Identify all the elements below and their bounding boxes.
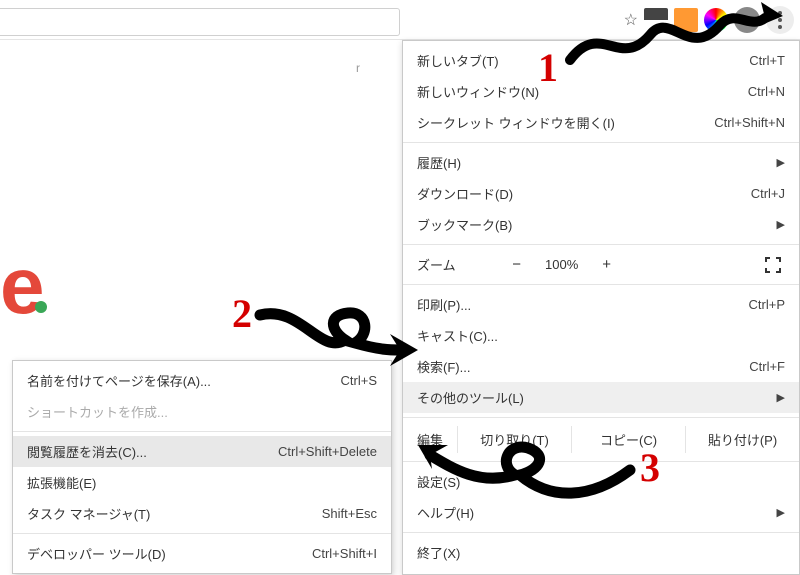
submenu-create-shortcut: ショートカットを作成...	[13, 396, 391, 427]
menu-find[interactable]: 検索(F)... Ctrl+F	[403, 351, 799, 382]
menu-item-shortcut: Ctrl+P	[749, 297, 785, 312]
fullscreen-icon[interactable]	[765, 257, 785, 273]
address-bar[interactable]	[0, 8, 400, 36]
menu-item-label: ブックマーク(B)	[417, 215, 777, 234]
zoom-value: 100%	[538, 257, 586, 272]
zoom-out-button[interactable]: −	[506, 256, 528, 273]
submenu-arrow-icon: ▶	[777, 391, 785, 404]
edit-label: 編集	[403, 426, 457, 453]
menu-separator	[403, 461, 799, 462]
menu-edit-row: 編集 切り取り(T) コピー(C) 貼り付け(P)	[403, 422, 799, 457]
menu-item-label: 閲覧履歴を消去(C)...	[27, 442, 278, 461]
submenu-arrow-icon: ▶	[777, 506, 785, 519]
menu-item-shortcut: Ctrl+F	[749, 359, 785, 374]
menu-settings[interactable]: 設定(S)	[403, 466, 799, 497]
menu-item-shortcut: Ctrl+S	[341, 373, 377, 388]
menu-separator	[13, 533, 391, 534]
menu-item-shortcut: Ctrl+Shift+N	[714, 115, 785, 130]
menu-item-shortcut: Ctrl+Shift+I	[312, 546, 377, 561]
menu-exit[interactable]: 終了(X)	[403, 537, 799, 568]
menu-item-label: タスク マネージャ(T)	[27, 504, 322, 523]
menu-more-tools[interactable]: その他のツール(L) ▶	[403, 382, 799, 413]
menu-item-label: 印刷(P)...	[417, 295, 749, 314]
menu-separator	[13, 431, 391, 432]
submenu-arrow-icon: ▶	[777, 156, 785, 169]
chrome-main-menu: 新しいタブ(T) Ctrl+T 新しいウィンドウ(N) Ctrl+N シークレッ…	[402, 40, 800, 575]
menu-item-label: 設定(S)	[417, 472, 785, 491]
menu-item-label: 新しいウィンドウ(N)	[417, 82, 748, 101]
bookmark-star-icon[interactable]: ☆	[624, 10, 638, 30]
submenu-extensions[interactable]: 拡張機能(E)	[13, 467, 391, 498]
menu-item-label: その他のツール(L)	[417, 388, 777, 407]
edit-cut-button[interactable]: 切り取り(T)	[457, 426, 571, 453]
menu-downloads[interactable]: ダウンロード(D) Ctrl+J	[403, 178, 799, 209]
menu-item-shortcut: Shift+Esc	[322, 506, 377, 521]
menu-item-label: 履歴(H)	[417, 153, 777, 172]
google-logo-fragment: e	[0, 240, 47, 332]
annotation-number-2: 2	[232, 290, 252, 337]
menu-item-label: シークレット ウィンドウを開く(I)	[417, 113, 714, 132]
submenu-save-as[interactable]: 名前を付けてページを保存(A)... Ctrl+S	[13, 365, 391, 396]
edit-paste-button[interactable]: 貼り付け(P)	[685, 426, 799, 453]
menu-bookmarks[interactable]: ブックマーク(B) ▶	[403, 209, 799, 240]
extension-icon-1[interactable]	[644, 8, 668, 32]
menu-item-shortcut: Ctrl+Shift+Delete	[278, 444, 377, 459]
menu-print[interactable]: 印刷(P)... Ctrl+P	[403, 289, 799, 320]
menu-item-label: ショートカットを作成...	[27, 402, 377, 421]
zoom-in-button[interactable]: +	[596, 256, 618, 273]
menu-separator	[403, 417, 799, 418]
menu-help[interactable]: ヘルプ(H) ▶	[403, 497, 799, 528]
menu-cast[interactable]: キャスト(C)...	[403, 320, 799, 351]
submenu-dev-tools[interactable]: デベロッパー ツール(D) Ctrl+Shift+I	[13, 538, 391, 569]
menu-separator	[403, 142, 799, 143]
menu-new-window[interactable]: 新しいウィンドウ(N) Ctrl+N	[403, 76, 799, 107]
submenu-task-manager[interactable]: タスク マネージャ(T) Shift+Esc	[13, 498, 391, 529]
menu-separator	[403, 244, 799, 245]
submenu-clear-history[interactable]: 閲覧履歴を消去(C)... Ctrl+Shift+Delete	[13, 436, 391, 467]
menu-item-label: デベロッパー ツール(D)	[27, 544, 312, 563]
menu-separator	[403, 284, 799, 285]
extension-icon-3[interactable]	[704, 8, 728, 32]
menu-item-shortcut: Ctrl+J	[751, 186, 785, 201]
zoom-label: ズーム	[417, 255, 456, 274]
menu-item-shortcut: Ctrl+T	[749, 53, 785, 68]
browser-top-bar: ☆	[0, 0, 800, 40]
extension-icon-2[interactable]	[674, 8, 698, 32]
chrome-menu-button[interactable]	[766, 6, 794, 34]
menu-item-label: キャスト(C)...	[417, 326, 785, 345]
stray-character: r	[356, 61, 360, 75]
edit-copy-button[interactable]: コピー(C)	[571, 426, 685, 453]
menu-separator	[403, 532, 799, 533]
toolbar-icons: ☆	[624, 6, 794, 34]
profile-avatar-icon[interactable]	[734, 7, 760, 33]
menu-item-label: 新しいタブ(T)	[417, 51, 749, 70]
more-tools-submenu: 名前を付けてページを保存(A)... Ctrl+S ショートカットを作成... …	[12, 360, 392, 574]
menu-item-label: 名前を付けてページを保存(A)...	[27, 371, 341, 390]
menu-new-tab[interactable]: 新しいタブ(T) Ctrl+T	[403, 45, 799, 76]
menu-item-label: ダウンロード(D)	[417, 184, 751, 203]
submenu-arrow-icon: ▶	[777, 218, 785, 231]
menu-item-label: 終了(X)	[417, 543, 785, 562]
menu-item-shortcut: Ctrl+N	[748, 84, 785, 99]
menu-item-label: 拡張機能(E)	[27, 473, 377, 492]
menu-incognito[interactable]: シークレット ウィンドウを開く(I) Ctrl+Shift+N	[403, 107, 799, 138]
menu-zoom-row: ズーム − 100% +	[403, 249, 799, 280]
menu-item-label: ヘルプ(H)	[417, 503, 777, 522]
menu-history[interactable]: 履歴(H) ▶	[403, 147, 799, 178]
menu-item-label: 検索(F)...	[417, 357, 749, 376]
